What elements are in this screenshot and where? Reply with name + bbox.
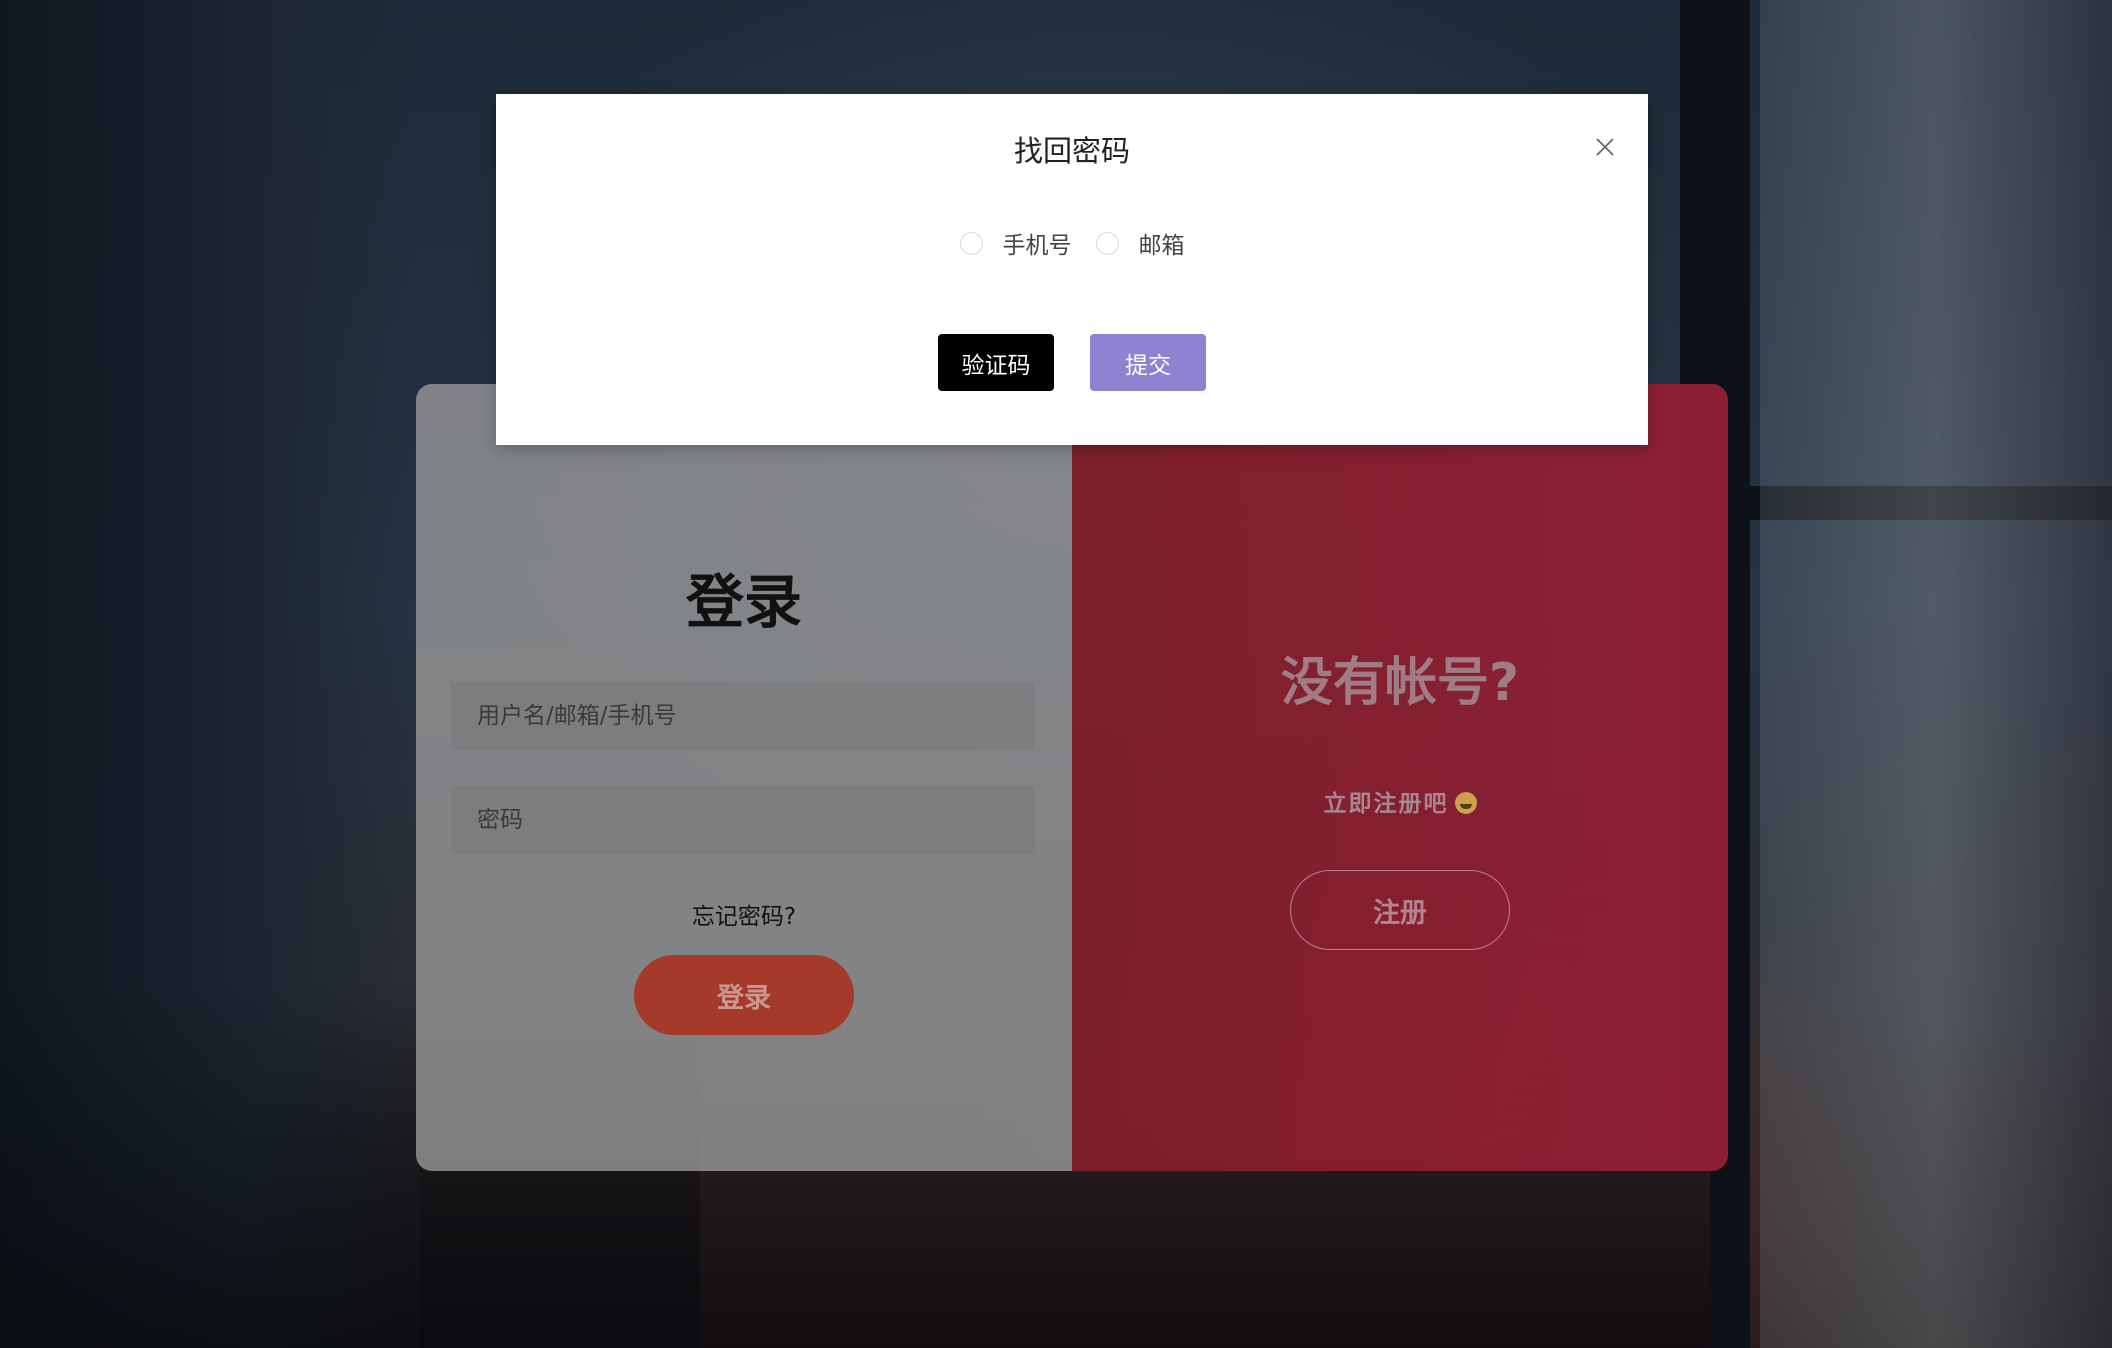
login-title: 登录 xyxy=(685,568,802,636)
radio-label-email: 邮箱 xyxy=(1138,233,1185,259)
login-panel: 登录 忘记密码? 登录 xyxy=(416,384,1072,1171)
username-input[interactable] xyxy=(451,682,1035,750)
auth-card: 登录 忘记密码? 登录 没有帐号? 立即注册吧 注册 xyxy=(416,384,1728,1171)
radio-circle-phone[interactable] xyxy=(959,231,983,255)
recovery-method-radio-group: 手机号 邮箱 xyxy=(496,226,1648,260)
register-title: 没有帐号? xyxy=(1280,653,1520,713)
background-curtain-right xyxy=(1760,0,2112,1348)
login-button[interactable]: 登录 xyxy=(634,955,854,1035)
close-icon[interactable] xyxy=(1586,128,1624,166)
radio-label-phone: 手机号 xyxy=(1002,233,1072,259)
radio-phone[interactable]: 手机号 xyxy=(959,226,1072,260)
register-subtitle: 立即注册吧 xyxy=(1072,784,1728,818)
modal-title: 找回密码 xyxy=(1013,134,1130,168)
register-subtitle-text: 立即注册吧 xyxy=(1323,791,1449,817)
register-button[interactable]: 注册 xyxy=(1290,870,1510,950)
forgot-password-modal: 找回密码 手机号 邮箱 验证码 提交 xyxy=(496,94,1648,445)
password-input[interactable] xyxy=(451,786,1035,854)
smile-emoji-icon xyxy=(1454,792,1477,814)
send-code-button[interactable]: 验证码 xyxy=(938,334,1054,391)
radio-circle-email[interactable] xyxy=(1095,231,1119,255)
register-panel: 没有帐号? 立即注册吧 注册 xyxy=(1072,384,1728,1171)
forgot-password-link[interactable]: 忘记密码? xyxy=(416,897,1072,931)
submit-button[interactable]: 提交 xyxy=(1090,334,1206,391)
radio-email[interactable]: 邮箱 xyxy=(1095,226,1185,260)
